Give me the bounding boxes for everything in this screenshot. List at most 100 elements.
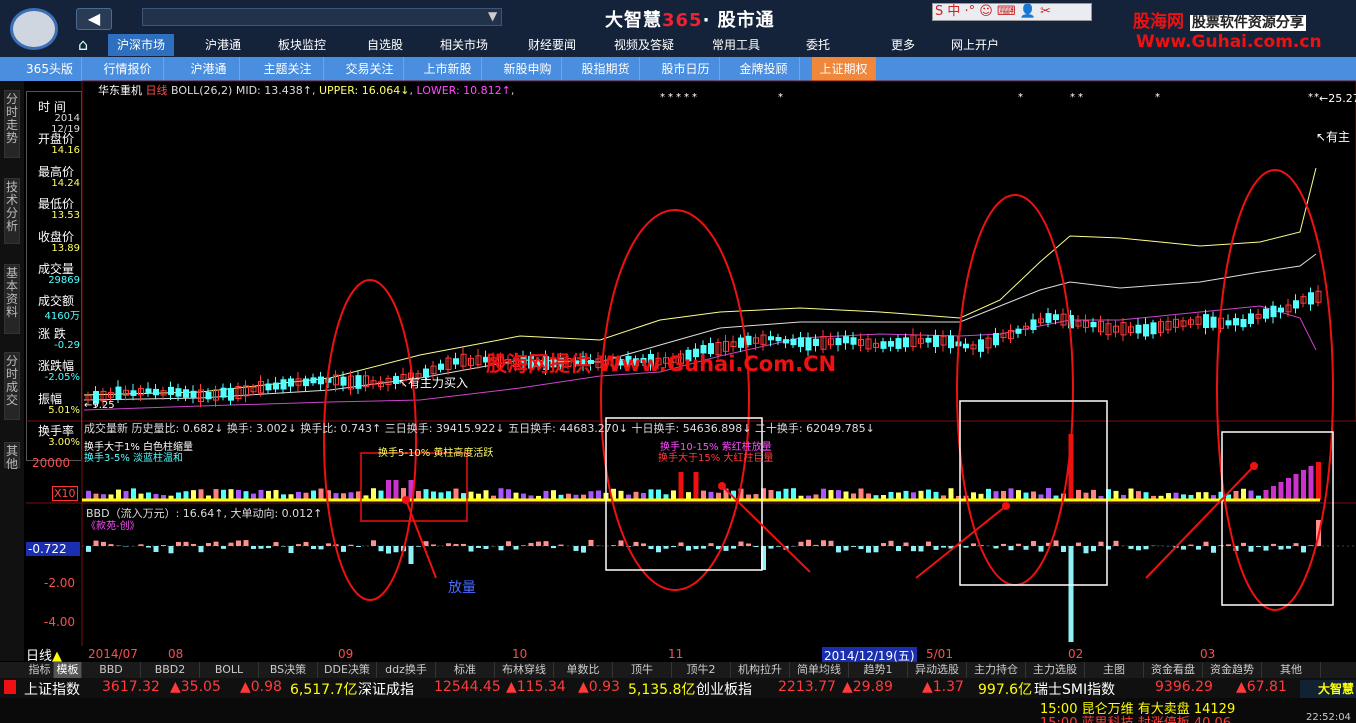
bbd-bar [633,541,639,546]
indicator-tab-22[interactable]: 其他 [1262,662,1321,678]
bbd-bar [273,542,279,546]
bbd-bar [1248,546,1254,552]
bbd-bar [408,546,414,564]
bbd-bar [1271,543,1276,546]
volume-bar [371,488,376,500]
bbd-bar [476,546,481,548]
date-label-6: 5/01 [926,647,953,661]
volume-bar [228,489,234,500]
index-sz-pct: ▲0.93 [578,679,620,695]
kline-chart[interactable]: * * * * * * * * * * * * [0,0,1356,662]
indicator-tab-4[interactable]: BOLL [200,662,259,678]
bbd-bar [731,546,736,549]
indicator-tab-9[interactable]: 布林穿线 [495,662,554,678]
bbd-bar [386,546,391,554]
indicator-tab-19[interactable]: 主图 [1085,662,1144,678]
index-cy-amount: 997.6亿 [978,682,1033,698]
index-smi-name[interactable]: 瑞士SMI指数 [1034,679,1115,699]
bbd-bar [866,546,871,553]
candle-body [1278,307,1284,313]
bbd-bar [528,542,534,546]
index-sz-name[interactable]: 深证成指 [358,679,414,699]
candle-body [1308,292,1314,305]
bbd-bar [348,544,354,546]
bbd-bar [723,546,729,551]
bbd-bar [393,546,399,553]
index-sz-value: 12544.45 [434,679,501,695]
volume-bar [221,489,226,500]
bbd-bar [738,541,744,546]
volume-bar [926,489,931,500]
bbd-bar [1286,546,1291,549]
indicator-tab-21[interactable]: 资金趋势 [1203,662,1262,678]
bbd-bar [1068,546,1074,642]
bbd-bar [326,543,331,546]
bbd-bar [648,546,654,550]
indicator-tab-8[interactable]: 标准 [436,662,495,678]
bbd-bar [288,546,294,554]
index-cy-name[interactable]: 创业板指 [696,679,752,699]
indicator-tab-17[interactable]: 主力持仓 [967,662,1026,678]
bbd-bar [1256,546,1261,548]
indicator-tab-6[interactable]: DDE决策 [318,662,377,678]
candle-body [813,338,819,346]
candle-body [888,341,894,347]
bbd-bar [941,546,946,548]
news-item-2[interactable]: 15:00 蓝思科技 封涨停板 40.06 [1040,712,1231,723]
signal-star: * [778,92,783,103]
bbd-bar [558,544,564,546]
indicator-tab-1[interactable]: 模板 [54,662,82,678]
candle-body [1270,305,1277,318]
candle-body [310,377,317,384]
bbd-bar [1016,543,1021,546]
bbd-bar [468,546,474,552]
index-sh-name[interactable]: 上证指数 [24,679,80,699]
indicator-tab-12[interactable]: 顶牛2 [672,662,731,678]
candle-body [175,388,182,397]
indicator-tab-7[interactable]: ddz换手 [377,662,436,678]
highlight-ellipse-0 [323,279,417,601]
bbd-sub-label: 《款苑-创》 [86,521,140,532]
candle-body [145,388,152,394]
indicator-tab-3[interactable]: BBD2 [141,662,200,678]
indicator-tab-2[interactable]: BBD [82,662,141,678]
volume-bar [1278,482,1284,500]
date-label-4: 11 [668,647,684,661]
bbd-current-value: -0.722 [26,542,80,556]
candle-body [895,338,902,349]
bbd-bar [843,546,849,551]
bbd-bar [431,544,436,546]
candle-body [168,386,174,395]
bbd-bar [1008,546,1014,551]
indicator-tab-10[interactable]: 单数比 [554,662,613,678]
volume-bar [1076,489,1081,500]
volume-bar [656,489,661,500]
indicator-tab-5[interactable]: BS决策 [259,662,318,678]
bbd-bar [258,546,264,549]
date-label-3: 10 [512,647,528,661]
indicator-tab-0[interactable]: 指标 [26,662,54,678]
index-cy-change: ▲29.89 [842,679,893,695]
note-right: ↖有主 [1316,130,1351,144]
indicator-tab-14[interactable]: 简单均线 [790,662,849,678]
indicator-tab-20[interactable]: 资金看盘 [1144,662,1203,678]
indicator-tab-18[interactable]: 主力选股 [1026,662,1085,678]
volume-bar [648,489,654,500]
bbd-bar [671,546,676,548]
indicator-tab-13[interactable]: 机构拉升 [731,662,790,678]
volume-bar [986,488,991,500]
indicator-tab-11[interactable]: 顶牛 [613,662,672,678]
volume-bar [1293,474,1299,500]
alert-icon[interactable] [4,680,16,694]
volume-bar [258,489,264,500]
bbd-bar [686,546,691,551]
indicator-tab-16[interactable]: 异动选股 [908,662,967,678]
signal-star: * [684,92,689,103]
volume-bar [498,488,504,500]
indicator-tab-15[interactable]: 趋势1 [849,662,908,678]
bbd-bar [1038,546,1044,552]
index-sh-value: 3617.32 [102,679,160,695]
bbd-bar [93,540,99,546]
candle-body [745,335,752,346]
bbd-bar [1061,546,1066,553]
